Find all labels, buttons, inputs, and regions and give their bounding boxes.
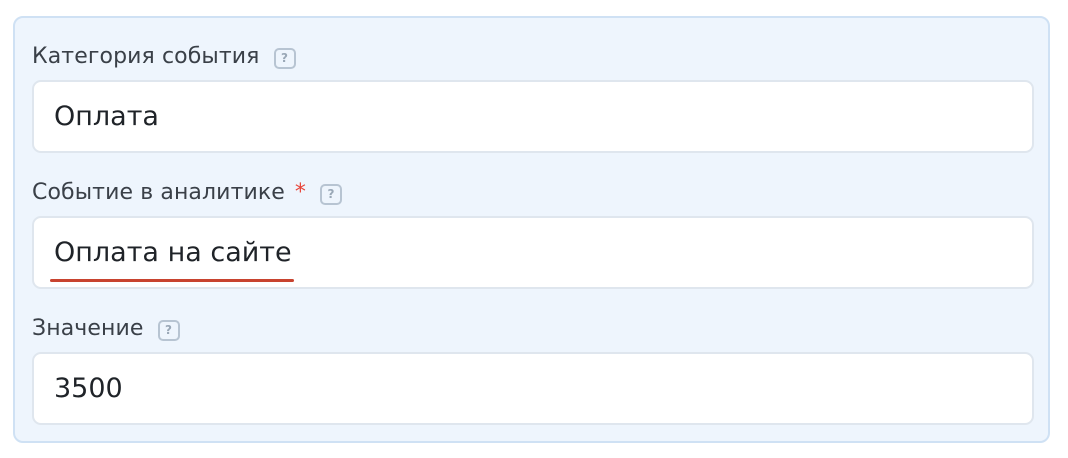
analytics-event-panel: Категория события ? Оплата Событие в ана… [13, 16, 1050, 443]
value-input-value: 3500 [54, 373, 123, 404]
value-input[interactable]: 3500 [32, 352, 1034, 425]
event-label: Событие в аналитике [32, 179, 285, 205]
category-input[interactable]: Оплата [32, 80, 1034, 153]
value-label-row: Значение ? [32, 313, 180, 343]
event-input-text: Оплата на сайте [54, 237, 292, 268]
event-help-icon[interactable]: ? [320, 183, 343, 205]
category-input-value: Оплата [54, 101, 159, 132]
category-label-row: Категория события ? [32, 41, 296, 71]
event-label-row: Событие в аналитике * ? [32, 177, 343, 207]
event-input-value: Оплата на сайте [50, 237, 294, 282]
required-asterisk: * [294, 179, 307, 205]
category-help-icon[interactable]: ? [273, 47, 296, 69]
value-label: Значение [32, 315, 144, 341]
category-label: Категория события [32, 43, 260, 69]
value-help-icon[interactable]: ? [157, 319, 180, 341]
event-input[interactable]: Оплата на сайте [32, 216, 1034, 289]
spellcheck-underline [50, 279, 294, 282]
